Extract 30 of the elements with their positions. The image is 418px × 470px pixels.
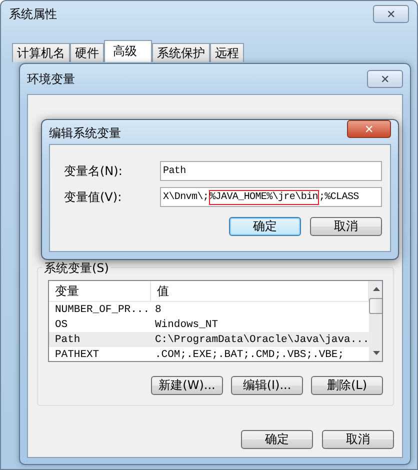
column-header[interactable]: 变量 — [49, 281, 151, 301]
scroll-down-icon[interactable] — [373, 351, 380, 355]
dialog-button[interactable]: 确定 — [241, 430, 313, 449]
dialog-button[interactable]: 取消 — [322, 430, 394, 449]
field-label: 变量值(V): — [64, 188, 123, 206]
dialog-button[interactable]: 删除(L) — [311, 376, 383, 395]
list-row[interactable]: Path C:\ProgramData\Oracle\Java\java... — [49, 332, 370, 347]
tab[interactable]: 高级 — [104, 40, 152, 62]
close-button[interactable]: ✕ — [367, 70, 403, 88]
tab[interactable]: 远程 — [210, 43, 244, 62]
scrollbar[interactable] — [369, 281, 382, 361]
dialog-button[interactable]: 新建(W)... — [151, 376, 223, 395]
window-title: 编辑系统变量 — [49, 125, 121, 142]
close-button[interactable]: ✕ — [373, 5, 409, 23]
tab[interactable]: 系统保护 — [152, 43, 210, 62]
list-row[interactable]: NUMBER_OF_PR... 8 — [49, 302, 370, 317]
list-row[interactable]: PATHEXT .COM;.EXE;.BAT;.CMD;.VBS;.VBE; — [49, 347, 370, 361]
input-field[interactable]: Path — [160, 161, 382, 181]
tab[interactable]: 硬件 — [70, 43, 104, 62]
dialog-button[interactable]: 确定 — [229, 217, 301, 236]
window-title: 环境变量 — [27, 70, 75, 88]
tab[interactable]: 计算机名 — [12, 43, 70, 62]
scroll-thumb[interactable] — [369, 298, 382, 314]
dialog-button[interactable]: 取消 — [310, 217, 382, 236]
scroll-up-icon[interactable] — [373, 287, 380, 291]
list-row[interactable]: OS Windows_NT — [49, 317, 370, 332]
window-title: 系统属性 — [9, 6, 57, 22]
dialog-button[interactable]: 编辑(I)... — [231, 376, 303, 395]
field-label: 变量名(N): — [64, 162, 124, 180]
group-title: 系统变量(S) — [42, 260, 111, 277]
